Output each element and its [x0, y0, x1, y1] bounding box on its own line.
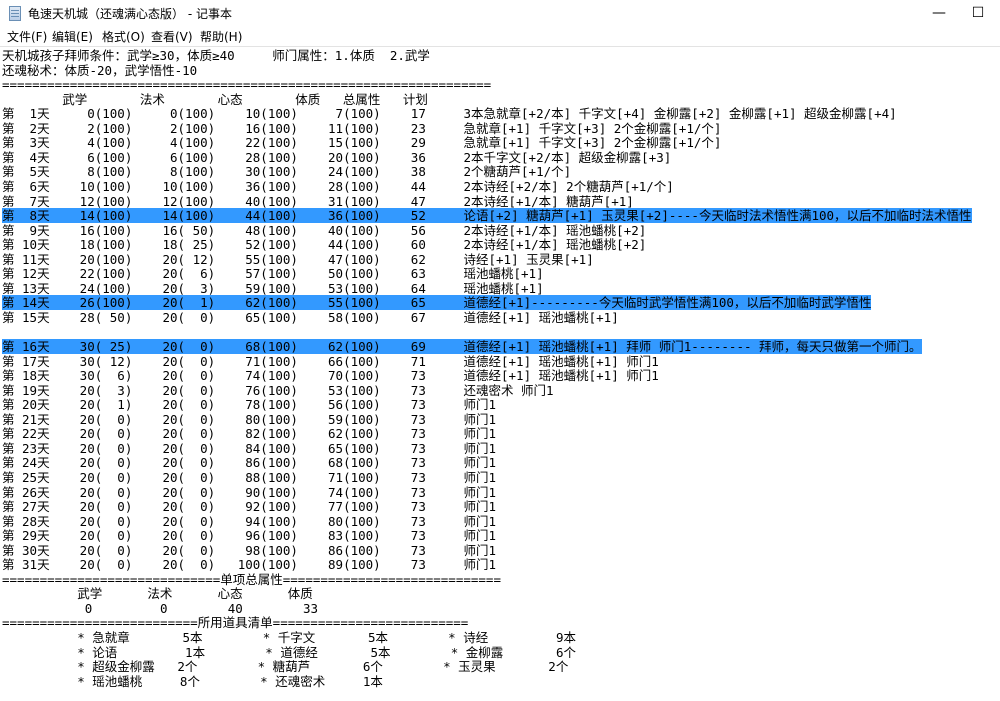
text-line: 第 9天 16(100) 16( 50) 48(100) 40(100) 56 … — [2, 222, 647, 238]
text-line: 第 21天 20( 0) 20( 0) 80(100) 59(100) 73 师… — [2, 411, 497, 427]
text-line: ========================================… — [2, 77, 492, 93]
text-line: 第 4天 6(100) 6(100) 28(100) 20(100) 36 2本… — [2, 149, 672, 165]
text-line: * 急就章 5本 * 千字文 5本 * 诗经 9本 — [2, 630, 576, 645]
text-line: 第 23天 20( 0) 20( 0) 84(100) 65(100) 73 师… — [2, 440, 497, 456]
menu-format[interactable]: 格式(O) — [102, 28, 145, 45]
text-line: 第 30天 20( 0) 20( 0) 98(100) 86(100) 73 师… — [2, 542, 497, 558]
selected-text-line: 第 8天 14(100) 14(100) 44(100) 36(100) 52 … — [2, 208, 972, 224]
selected-text-line: 第 16天 30( 25) 20( 0) 68(100) 62(100) 69 … — [2, 339, 922, 354]
text-line: 第 18天 30( 6) 20( 0) 74(100) 70(100) 73 道… — [2, 368, 659, 384]
text-line: 武学 法术 心态 体质 总属性 计划 — [2, 91, 428, 107]
menu-view[interactable]: 查看(V) — [151, 28, 193, 45]
text-line: 天机城孩子拜师条件：武学≥30，体质≥40 师门属性：1.体质 2.武学 — [2, 48, 430, 63]
text-line: 第 13天 24(100) 20( 3) 59(100) 53(100) 64 … — [2, 280, 544, 296]
window-title: 龟速天机城（还魂满心态版） - 记事本 — [28, 7, 232, 21]
text-line: 第 26天 20( 0) 20( 0) 90(100) 74(100) 73 师… — [2, 484, 497, 500]
text-line: 第 27天 20( 0) 20( 0) 92(100) 77(100) 73 师… — [2, 499, 497, 515]
text-line: 0 0 40 33 — [2, 600, 319, 616]
text-line: * 论语 1本 * 道德经 5本 * 金柳露 6个 — [2, 644, 576, 660]
text-line: 第 15天 28( 50) 20( 0) 65(100) 58(100) 67 … — [2, 309, 619, 325]
text-line: 第 1天 0(100) 0(100) 10(100) 7(100) 17 3本急… — [2, 106, 897, 122]
menu-file[interactable]: 文件(F) — [7, 28, 47, 45]
text-line: 武学 法术 心态 体质 — [2, 586, 313, 602]
text-line: 第 31天 20( 0) 20( 0) 100(100) 89(100) 73 … — [2, 557, 497, 573]
notepad-icon — [9, 6, 21, 21]
text-line: 第 10天 18(100) 18( 25) 52(100) 44(100) 60… — [2, 237, 647, 253]
text-line: * 瑶池蟠桃 8个 * 还魂密术 1本 — [2, 673, 383, 689]
text-line: 第 11天 20(100) 20( 12) 55(100) 47(100) 62… — [2, 251, 594, 267]
text-line: 第 7天 12(100) 12(100) 40(100) 31(100) 47 … — [2, 193, 634, 209]
text-editor[interactable]: 天机城孩子拜师条件：武学≥30，体质≥40 师门属性：1.体质 2.武学 还魂秘术… — [0, 46, 1000, 701]
text-line: ==========================所用道具清单========… — [2, 615, 469, 631]
text-line: 第 25天 20( 0) 20( 0) 88(100) 71(100) 73 师… — [2, 469, 497, 485]
text-line: 第 3天 4(100) 4(100) 22(100) 15(100) 29 急就… — [2, 135, 722, 151]
text-line: 还魂秘术：体质-20，武学悟性-10 — [2, 62, 198, 78]
text-line: =============================单项总属性======… — [2, 571, 501, 587]
text-line: 第 6天 10(100) 10(100) 36(100) 28(100) 44 … — [2, 178, 674, 194]
text-line: 第 12天 22(100) 20( 6) 57(100) 50(100) 63 … — [2, 266, 544, 282]
text-line: 第 22天 20( 0) 20( 0) 82(100) 62(100) 73 师… — [2, 426, 497, 442]
selected-text-line: 第 14天 26(100) 20( 1) 62(100) 55(100) 65 … — [2, 295, 872, 311]
text-line: 第 20天 20( 1) 20( 0) 78(100) 56(100) 73 师… — [2, 397, 497, 413]
text-line: 第 29天 20( 0) 20( 0) 96(100) 83(100) 73 师… — [2, 528, 497, 544]
text-line: 第 2天 2(100) 2(100) 16(100) 11(100) 23 急就… — [2, 120, 722, 136]
menu-bar: 文件(F) 编辑(E) 格式(O) 查看(V) 帮助(H) — [0, 27, 1000, 46]
menu-edit[interactable]: 编辑(E) — [52, 28, 93, 45]
text-line: 第 19天 20( 3) 20( 0) 76(100) 53(100) 73 还… — [2, 382, 554, 398]
text-line: 第 17天 30( 12) 20( 0) 71(100) 66(100) 71 … — [2, 353, 659, 369]
text-line: 第 28天 20( 0) 20( 0) 94(100) 80(100) 73 师… — [2, 513, 497, 529]
title-bar: 龟速天机城（还魂满心态版） - 记事本 — ☐ — [0, 0, 1000, 27]
text-line: * 超级金柳露 2个 * 糖葫芦 6个 * 玉灵果 2个 — [2, 659, 569, 675]
maximize-button[interactable]: ☐ — [955, 0, 1000, 27]
text-line: 第 24天 20( 0) 20( 0) 86(100) 68(100) 73 师… — [2, 455, 497, 471]
menu-help[interactable]: 帮助(H) — [200, 28, 242, 45]
text-line: 第 5天 8(100) 8(100) 30(100) 24(100) 38 2个… — [2, 164, 572, 180]
